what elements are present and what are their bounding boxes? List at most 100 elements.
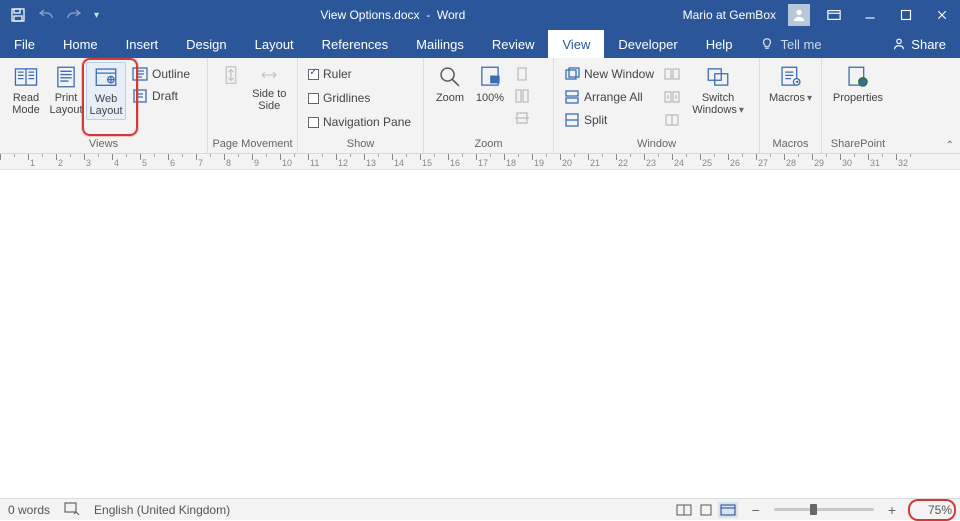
redo-icon[interactable]	[66, 7, 82, 23]
tab-help[interactable]: Help	[692, 30, 747, 58]
ruler-tick: 21	[588, 154, 616, 169]
title-bar: ▾ View Options.docx - Word Mario at GemB…	[0, 0, 960, 30]
group-zoom-label: Zoom	[424, 137, 553, 153]
ruler-tick: 22	[616, 154, 644, 169]
tab-insert[interactable]: Insert	[112, 30, 173, 58]
ruler-tick: 1	[28, 154, 56, 169]
ribbon-display-icon[interactable]	[822, 3, 846, 27]
group-sharepoint-label: SharePoint	[822, 137, 894, 153]
side-to-side-button: Side to Side	[248, 62, 291, 114]
tell-me[interactable]: Tell me	[746, 30, 835, 58]
checkbox-icon	[308, 69, 319, 80]
arrange-all-button[interactable]: Arrange All	[564, 87, 654, 107]
ribbon-tabs: File Home Insert Design Layout Reference…	[0, 30, 960, 58]
ruler-tick: 12	[336, 154, 364, 169]
title-right: Mario at GemBox	[677, 3, 960, 27]
ruler-tick: 28	[784, 154, 812, 169]
window-title: View Options.docx - Word	[109, 8, 677, 22]
navigation-pane-checkbox[interactable]: Navigation Pane	[308, 112, 411, 132]
qat-overflow-icon[interactable]: ▾	[94, 10, 99, 21]
tab-review[interactable]: Review	[478, 30, 549, 58]
zoom-button[interactable]: Zoom	[430, 62, 470, 106]
ruler-tick: 2	[56, 154, 84, 169]
proofing-icon[interactable]	[64, 501, 80, 518]
ruler-tick: 5	[140, 154, 168, 169]
ruler-tick: 30	[840, 154, 868, 169]
user-name[interactable]: Mario at GemBox	[683, 8, 776, 22]
tab-layout[interactable]: Layout	[241, 30, 308, 58]
word-count[interactable]: 0 words	[8, 503, 50, 517]
ruler-tick: 8	[224, 154, 252, 169]
vertical-button	[214, 62, 248, 88]
save-icon[interactable]	[10, 7, 26, 23]
sync-scroll-button	[664, 87, 680, 107]
share-button[interactable]: Share	[878, 30, 960, 58]
ruler-checkbox[interactable]: Ruler	[308, 64, 411, 84]
checkbox-icon	[308, 117, 319, 128]
collapse-ribbon-icon[interactable]: ⌃	[946, 140, 954, 151]
tab-mailings[interactable]: Mailings	[402, 30, 478, 58]
svg-text:S: S	[861, 79, 866, 86]
group-zoom: Zoom 100% Zoom	[424, 58, 554, 153]
zoom-slider[interactable]	[774, 508, 874, 511]
group-macros-label: Macros	[760, 137, 821, 153]
draft-button[interactable]: Draft	[132, 86, 190, 106]
read-mode-view-icon[interactable]	[674, 502, 694, 518]
tab-design[interactable]: Design	[172, 30, 240, 58]
zoom-out-button[interactable]: −	[752, 502, 760, 518]
user-avatar[interactable]	[788, 4, 810, 26]
quick-access-toolbar: ▾	[0, 7, 109, 23]
ruler-tick: 10	[280, 154, 308, 169]
group-views: Read Mode Print Layout Web Layout Outlin…	[0, 58, 208, 153]
ruler-tick: 14	[392, 154, 420, 169]
tab-developer[interactable]: Developer	[604, 30, 691, 58]
maximize-icon[interactable]	[894, 3, 918, 27]
group-sharepoint: S Properties SharePoint	[822, 58, 894, 153]
group-show: Ruler Gridlines Navigation Pane Show	[298, 58, 424, 153]
ruler-tick: 25	[700, 154, 728, 169]
ruler-tick: 29	[812, 154, 840, 169]
print-layout-button[interactable]: Print Layout	[46, 62, 86, 118]
switch-windows-button[interactable]: Switch Windows	[688, 62, 748, 118]
horizontal-ruler[interactable]: 1234567891011121314151617181920212223242…	[0, 154, 960, 170]
read-mode-button[interactable]: Read Mode	[6, 62, 46, 118]
outline-button[interactable]: Outline	[132, 64, 190, 84]
group-views-label: Views	[0, 137, 207, 153]
group-window: New Window Arrange All Split Switch Wind…	[554, 58, 760, 153]
ruler-tick: 13	[364, 154, 392, 169]
ruler-tick: 15	[420, 154, 448, 169]
zoom-100-button[interactable]: 100%	[470, 62, 510, 106]
group-show-label: Show	[298, 137, 423, 153]
split-button[interactable]: Split	[564, 110, 654, 130]
ruler-tick: 16	[448, 154, 476, 169]
multiple-pages-button	[514, 86, 530, 106]
ruler-tick: 26	[728, 154, 756, 169]
language[interactable]: English (United Kingdom)	[94, 503, 230, 517]
ruler-tick: 31	[868, 154, 896, 169]
print-layout-view-icon[interactable]	[696, 502, 716, 518]
properties-button[interactable]: S Properties	[828, 62, 888, 106]
reset-position-button	[664, 110, 680, 130]
tab-references[interactable]: References	[308, 30, 402, 58]
group-macros: Macros Macros	[760, 58, 822, 153]
ruler-tick: 4	[112, 154, 140, 169]
web-layout-button[interactable]: Web Layout	[86, 62, 126, 120]
undo-icon[interactable]	[38, 7, 54, 23]
minimize-icon[interactable]	[858, 3, 882, 27]
close-icon[interactable]	[930, 3, 954, 27]
gridlines-checkbox[interactable]: Gridlines	[308, 88, 411, 108]
new-window-button[interactable]: New Window	[564, 64, 654, 84]
macros-button[interactable]: Macros	[766, 62, 815, 106]
tab-view[interactable]: View	[548, 30, 604, 58]
ruler-tick: 24	[672, 154, 700, 169]
status-bar: 0 words English (United Kingdom) − + 75%	[0, 498, 960, 520]
tab-home[interactable]: Home	[49, 30, 112, 58]
web-layout-view-icon[interactable]	[718, 502, 738, 518]
zoom-level[interactable]: 75%	[910, 503, 952, 517]
document-area[interactable]	[0, 170, 960, 486]
ruler-tick: 18	[504, 154, 532, 169]
tab-file[interactable]: File	[0, 30, 49, 58]
group-window-label: Window	[554, 137, 759, 153]
page-width-button	[514, 108, 530, 128]
zoom-in-button[interactable]: +	[888, 502, 896, 518]
